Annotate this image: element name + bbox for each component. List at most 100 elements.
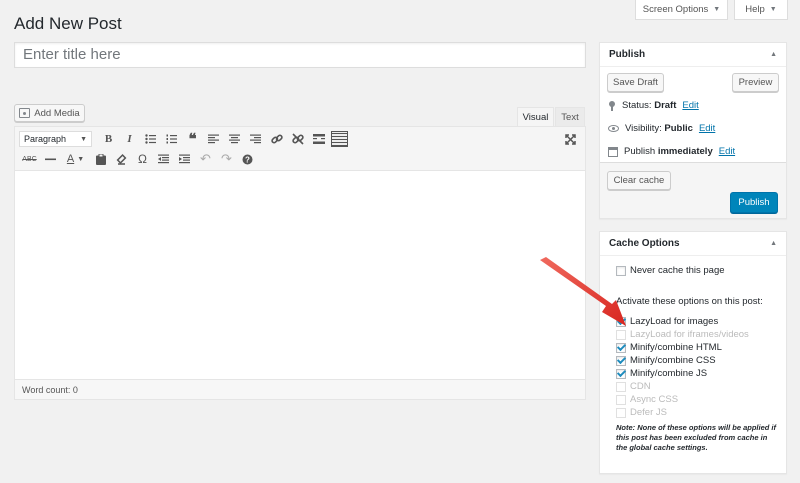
screen-options-button[interactable]: Screen Options ▼: [635, 0, 728, 20]
cache-options-heading: Activate these options on this post:: [616, 296, 763, 307]
horizontal-line-icon[interactable]: [40, 149, 61, 169]
word-count: Word count: 0: [15, 379, 585, 399]
collapse-arrow-icon[interactable]: ▲: [770, 240, 777, 247]
publish-actions: Clear cache Publish: [600, 162, 786, 218]
toolbar-toggle-icon[interactable]: [331, 131, 348, 147]
tab-text[interactable]: Text: [555, 107, 585, 127]
text-color-icon[interactable]: A ▼: [61, 149, 90, 169]
publish-button[interactable]: Publish: [730, 192, 778, 213]
eye-icon: [608, 125, 619, 132]
unlink-icon[interactable]: [287, 129, 308, 149]
add-media-label: Add Media: [34, 107, 80, 119]
edit-visibility-link[interactable]: Edit: [699, 123, 715, 134]
publish-time-row: Publish immediately Edit: [608, 146, 735, 157]
calendar-icon: [608, 146, 618, 157]
media-icon: [19, 108, 31, 118]
help-label: Help: [745, 4, 765, 15]
align-center-icon[interactable]: [224, 129, 245, 149]
cache-options-title: Cache Options: [609, 238, 680, 249]
cache-option-label: Minify/combine HTML: [630, 342, 722, 353]
never-cache-label: Never cache this page: [630, 265, 725, 276]
post-status-row: Status: Draft Edit: [608, 100, 699, 111]
numbered-list-icon[interactable]: [161, 129, 182, 149]
edit-schedule-link[interactable]: Edit: [719, 146, 735, 157]
fullscreen-icon[interactable]: [560, 129, 581, 149]
cache-option-checkbox: [616, 329, 626, 340]
redo-icon[interactable]: ↷: [216, 149, 237, 169]
editor-toolbar: Paragraph ▼ B I ❝ ABC A ▼ Ω ↶ ↷ ?: [15, 127, 585, 171]
cache-option-checkbox[interactable]: [616, 355, 626, 366]
cache-option-row[interactable]: LazyLoad for images: [616, 316, 718, 327]
publish-box-header[interactable]: Publish ▲: [600, 43, 786, 67]
clear-formatting-icon[interactable]: [111, 149, 132, 169]
italic-icon[interactable]: I: [119, 129, 140, 149]
visibility-label: Visibility:: [625, 123, 662, 134]
strikethrough-icon[interactable]: ABC: [19, 149, 40, 169]
cache-option-row: Async CSS: [616, 394, 678, 405]
schedule-label: Publish: [624, 146, 656, 157]
cache-option-row: Defer JS: [616, 407, 667, 418]
cache-option-checkbox: [616, 407, 626, 418]
format-select-value: Paragraph: [24, 134, 67, 144]
save-draft-button[interactable]: Save Draft: [607, 73, 664, 92]
special-character-icon[interactable]: Ω: [132, 149, 153, 169]
align-right-icon[interactable]: [245, 129, 266, 149]
page-title: Add New Post: [14, 14, 122, 33]
cache-option-row[interactable]: Minify/combine JS: [616, 368, 707, 379]
visibility-row: Visibility: Public Edit: [608, 123, 715, 134]
never-cache-option[interactable]: Never cache this page: [616, 265, 725, 276]
read-more-icon[interactable]: [308, 129, 329, 149]
pin-icon: [608, 100, 616, 111]
publish-box-title: Publish: [609, 49, 646, 60]
cache-options-note: Note: None of these options will be appl…: [616, 423, 777, 452]
cache-option-checkbox: [616, 394, 626, 405]
outdent-icon[interactable]: [153, 149, 174, 169]
editor-content-area[interactable]: [15, 171, 585, 379]
cache-option-label: Minify/combine CSS: [630, 355, 716, 366]
post-title-input[interactable]: Enter title here: [14, 42, 586, 68]
cache-option-checkbox[interactable]: [616, 368, 626, 379]
blockquote-icon[interactable]: ❝: [182, 129, 203, 149]
screen-options-label: Screen Options: [642, 4, 709, 15]
cache-option-label: CDN: [630, 381, 651, 392]
caret-down-icon: ▼: [769, 6, 777, 13]
cache-option-checkbox[interactable]: [616, 342, 626, 353]
paste-text-icon[interactable]: [90, 149, 111, 169]
caret-down-icon: ▼: [713, 6, 721, 13]
schedule-value: immediately: [657, 146, 713, 157]
cache-option-label: LazyLoad for images: [630, 316, 719, 327]
add-media-button[interactable]: Add Media: [14, 104, 85, 122]
chevron-down-icon: ▼: [80, 135, 87, 143]
post-editor: Paragraph ▼ B I ❝ ABC A ▼ Ω ↶ ↷ ? Word c…: [14, 126, 586, 400]
cache-option-row: LazyLoad for iframes/videos: [616, 329, 749, 340]
tab-visual[interactable]: Visual: [517, 107, 554, 127]
status-value: Draft: [654, 100, 677, 111]
cache-option-row: CDN: [616, 381, 651, 392]
edit-status-link[interactable]: Edit: [682, 100, 698, 111]
annotation-arrow: [540, 257, 626, 326]
bullet-list-icon[interactable]: [140, 129, 161, 149]
keyboard-shortcuts-icon[interactable]: ?: [237, 149, 258, 169]
bold-icon[interactable]: B: [98, 129, 119, 149]
format-select[interactable]: Paragraph ▼: [19, 131, 92, 147]
align-left-icon[interactable]: [203, 129, 224, 149]
collapse-arrow-icon[interactable]: ▲: [770, 51, 777, 58]
preview-button[interactable]: Preview: [732, 73, 779, 92]
cache-option-label: Defer JS: [630, 407, 667, 418]
publish-box: Publish ▲ Save Draft Preview Status: Dra…: [599, 42, 787, 219]
cache-option-row[interactable]: Minify/combine CSS: [616, 355, 716, 366]
undo-icon[interactable]: ↶: [195, 149, 216, 169]
svg-text:?: ?: [245, 155, 250, 164]
cache-option-row[interactable]: Minify/combine HTML: [616, 342, 722, 353]
link-icon[interactable]: [266, 129, 287, 149]
clear-cache-button[interactable]: Clear cache: [607, 171, 671, 190]
visibility-value: Public: [664, 123, 693, 134]
cache-option-label: LazyLoad for iframes/videos: [630, 329, 749, 340]
status-label: Status:: [622, 100, 652, 111]
cache-options-header[interactable]: Cache Options ▲: [600, 232, 786, 256]
post-title-placeholder: Enter title here: [23, 46, 121, 63]
cache-option-checkbox: [616, 381, 626, 392]
help-button[interactable]: Help ▼: [734, 0, 788, 20]
cache-option-label: Async CSS: [630, 394, 679, 405]
indent-icon[interactable]: [174, 149, 195, 169]
